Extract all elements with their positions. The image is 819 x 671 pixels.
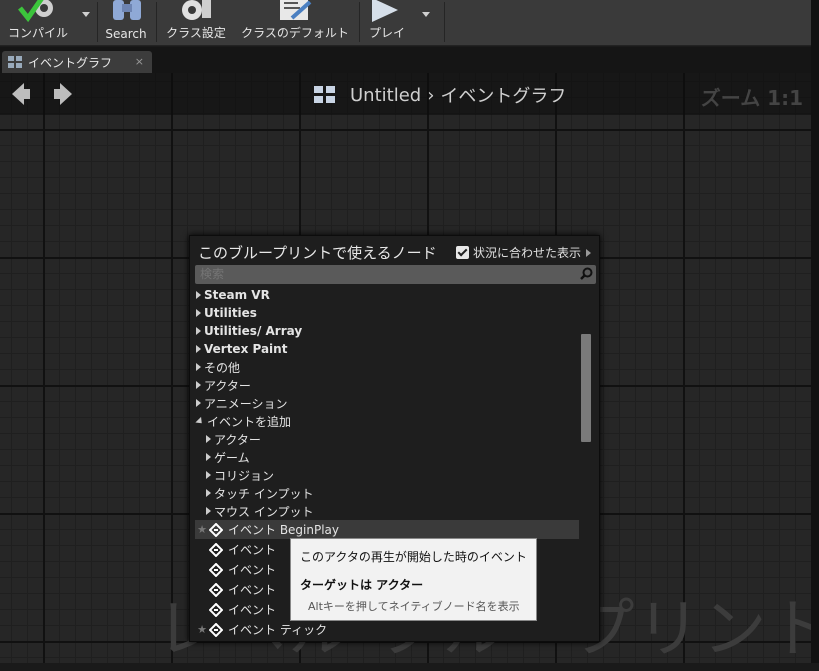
expand-arrow-icon [196, 363, 201, 371]
class-defaults-label: クラスのデフォルト [241, 26, 349, 40]
context-sensitive-toggle[interactable]: 状況に合わせた表示 [456, 244, 594, 261]
event-diamond-icon [209, 622, 223, 637]
toolbar-separator [444, 2, 445, 42]
search-button[interactable]: Search [100, 0, 152, 44]
tree-subcategory[interactable]: マウス インプット [206, 502, 313, 520]
tree-subcategory[interactable]: コリジョン [206, 466, 274, 484]
event-diamond-icon [209, 562, 223, 577]
tree-subcategory[interactable]: アクター [206, 430, 261, 448]
tab-label: イベントグラフ [28, 55, 113, 70]
play-options-dropdown[interactable] [422, 12, 430, 17]
expand-arrow-icon [206, 507, 211, 515]
play-button[interactable]: プレイ [362, 0, 412, 44]
expand-arrow-icon [196, 381, 201, 389]
collapse-arrow-icon [195, 416, 205, 426]
compile-options-dropdown[interactable] [82, 12, 90, 17]
toolbar: コンパイル Search クラス設定 クラスのデフォルト プレイ [0, 0, 811, 46]
document-edit-icon [280, 0, 312, 20]
menu-title: このブループリントで使えるノード [198, 244, 437, 262]
window-edge [811, 0, 819, 671]
tree-category[interactable]: アニメーション [196, 394, 288, 412]
tree-category[interactable]: その他 [196, 358, 240, 376]
event-diamond-icon [209, 602, 223, 617]
context-sensitive-checkbox[interactable] [456, 246, 469, 259]
tooltip-target: ターゲットは アクター [300, 578, 424, 592]
event-item-tick[interactable]: ★ イベント ティック [195, 620, 495, 639]
event-diamond-icon [209, 542, 223, 557]
tooltip-hint: Altキーを押してネイティブノード名を表示 [308, 600, 520, 613]
tree-subcategory[interactable]: ゲーム [206, 448, 250, 466]
search-label: Search [105, 27, 147, 41]
tooltip-description: このアクタの再生が開始した時のイベント [300, 550, 527, 564]
class-settings-button[interactable]: クラス設定 [160, 0, 232, 44]
binoculars-icon [113, 0, 141, 20]
gear-icon [182, 0, 211, 20]
search-input[interactable] [195, 265, 596, 284]
breadcrumb-current[interactable]: イベントグラフ [440, 82, 566, 108]
breadcrumb: Untitled › イベントグラフ [314, 82, 566, 108]
expand-arrow-icon [206, 453, 211, 461]
tree-subcategory[interactable]: タッチ インプット [206, 484, 313, 502]
compile-label: コンパイル [7, 26, 68, 40]
zoom-level: ズーム 1:1 [700, 86, 803, 110]
tree-category[interactable]: Utilities/ Array [196, 322, 302, 340]
graph-icon [8, 56, 22, 68]
event-diamond-icon [209, 582, 223, 597]
context-sensitive-label: 状況に合わせた表示 [473, 246, 582, 260]
compile-check-icon [18, 0, 53, 23]
toolbar-separator [359, 2, 360, 42]
expand-arrow-icon [196, 291, 201, 299]
search-icon[interactable] [580, 267, 593, 280]
compile-button[interactable]: コンパイル [2, 0, 74, 44]
graph-icon [314, 86, 335, 103]
expand-arrow-icon [196, 345, 201, 353]
tree-category[interactable]: Utilities [196, 304, 257, 322]
tab-event-graph[interactable]: イベントグラフ × [2, 51, 152, 73]
play-icon [372, 0, 398, 22]
class-settings-label: クラス設定 [166, 26, 226, 40]
favorite-star-icon[interactable]: ★ [195, 623, 209, 636]
tab-close-button[interactable]: × [135, 55, 144, 68]
bottom-bar [0, 663, 819, 671]
expand-arrow-icon [196, 327, 201, 335]
tab-strip: イベントグラフ × [0, 47, 811, 73]
expand-arrow-icon [196, 399, 201, 407]
expand-arrow-icon [196, 309, 201, 317]
tree-category[interactable]: アクター [196, 376, 251, 394]
toolbar-separator [97, 2, 98, 42]
toolbar-separator [156, 2, 157, 42]
expand-arrow-icon [206, 435, 211, 443]
play-label: プレイ [368, 26, 405, 40]
chevron-right-icon [586, 248, 592, 257]
tree-category-expanded[interactable]: イベントを追加 [195, 412, 291, 430]
node-tooltip: このアクタの再生が開始した時のイベント ターゲットは アクター Altキーを押し… [290, 538, 537, 621]
menu-scrollbar[interactable] [581, 334, 591, 442]
back-arrow-icon[interactable] [12, 83, 32, 105]
expand-arrow-icon [206, 471, 211, 479]
favorite-star-icon[interactable]: ★ [195, 523, 209, 536]
event-item-beginplay[interactable]: ★ イベント BeginPlay [195, 520, 579, 539]
forward-arrow-icon[interactable] [52, 83, 72, 105]
tree-category[interactable]: Steam VR [196, 286, 270, 304]
tree-category[interactable]: Vertex Paint [196, 340, 287, 358]
breadcrumb-root[interactable]: Untitled [350, 85, 421, 106]
class-defaults-button[interactable]: クラスのデフォルト [238, 0, 352, 44]
event-diamond-icon [209, 522, 223, 537]
breadcrumb-separator: › [427, 84, 435, 106]
expand-arrow-icon [206, 489, 211, 497]
graph-header: Untitled › イベントグラフ ズーム 1:1 [0, 73, 811, 115]
